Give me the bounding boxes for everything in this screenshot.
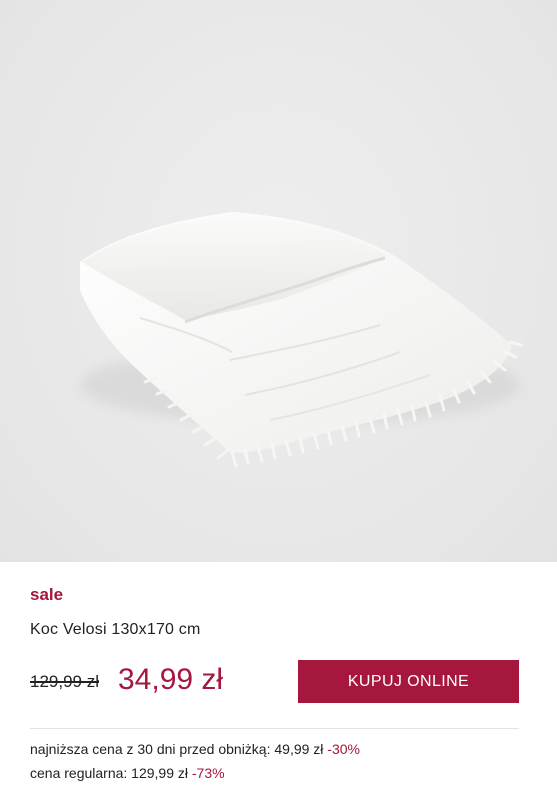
old-price: 129,99 zł xyxy=(30,672,99,691)
lowest-price-discount: -30% xyxy=(327,741,360,757)
buy-online-button[interactable]: KUPUJ ONLINE xyxy=(298,660,519,703)
lowest-price-text: najniższa cena z 30 dni przed obniżką: 4… xyxy=(30,741,324,757)
lowest-price-info: najniższa cena z 30 dni przed obniżką: 4… xyxy=(30,741,360,757)
current-price: 34,99 zł xyxy=(118,663,224,696)
regular-price-discount: -73% xyxy=(191,765,225,781)
regular-price-text: cena regularna: 129,99 zł xyxy=(30,765,188,781)
blanket-illustration xyxy=(80,212,523,468)
divider xyxy=(30,728,519,729)
sale-badge: sale xyxy=(30,585,64,604)
product-card: sale Koc Velosi 130x170 cm 129,99 zł 34,… xyxy=(0,0,557,800)
product-image[interactable] xyxy=(0,0,557,562)
regular-price-info: cena regularna: 129,99 zł -73% xyxy=(30,765,225,781)
product-name[interactable]: Koc Velosi 130x170 cm xyxy=(30,621,201,639)
